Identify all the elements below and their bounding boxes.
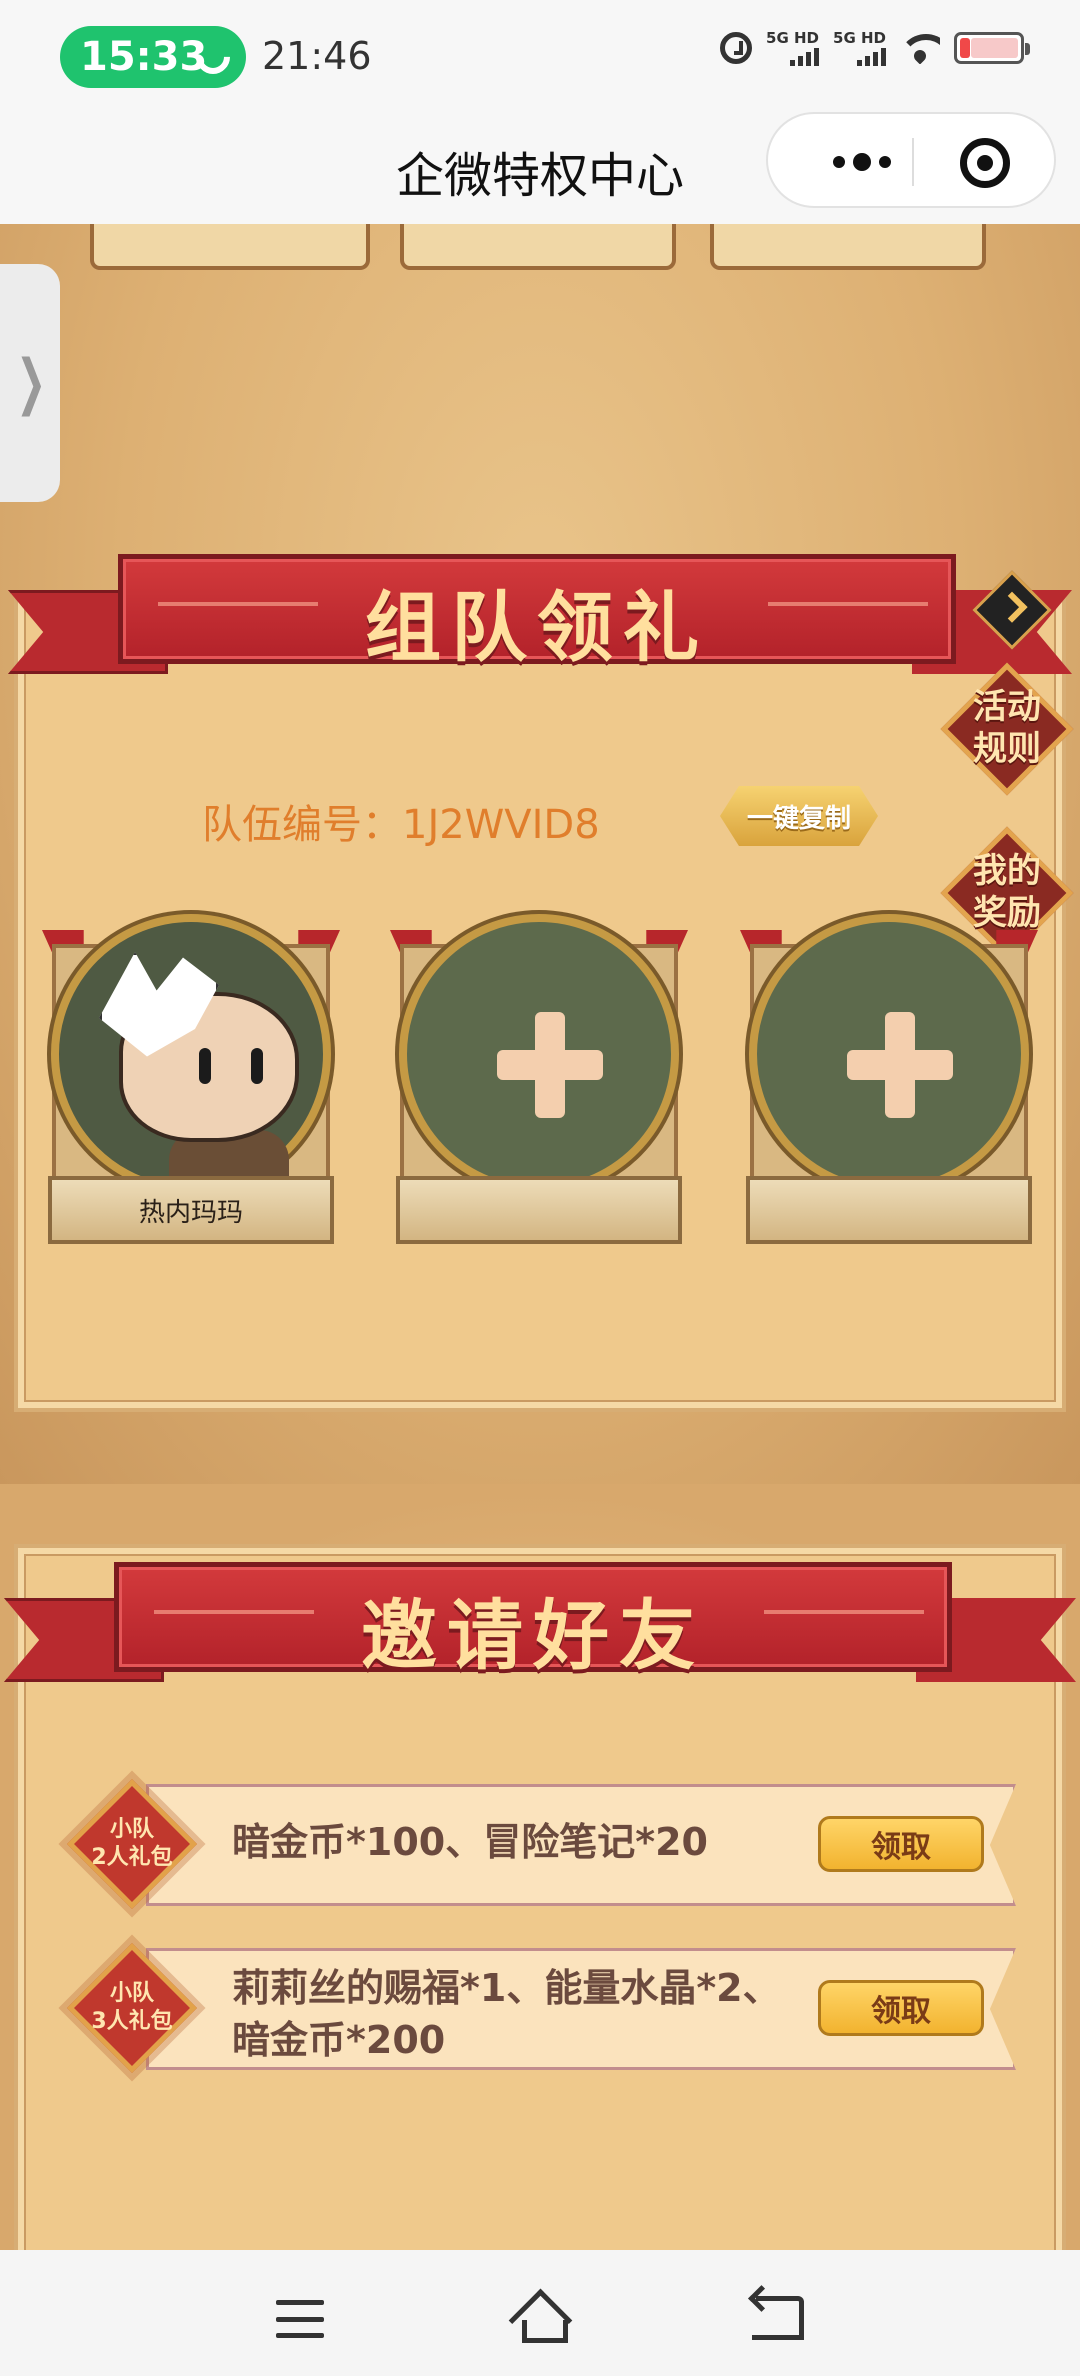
signal-bars-icon bbox=[790, 46, 820, 66]
network-label: 5G HD bbox=[833, 29, 886, 47]
gift-description: 莉莉丝的赐福*1、能量水晶*2、暗金币*200 bbox=[232, 1966, 781, 2062]
back-icon[interactable] bbox=[752, 2296, 804, 2340]
mini-program-nav-bar: 企微特权中心 bbox=[0, 112, 1080, 224]
member-name: 热内玛玛 bbox=[48, 1176, 334, 1244]
capsule-divider bbox=[912, 138, 914, 186]
rewards-label-line1: 我的 bbox=[973, 851, 1041, 891]
team-member-slot-empty bbox=[390, 914, 688, 1244]
top-reward-tags bbox=[0, 224, 1080, 274]
activity-content[interactable]: ❯ 组队领礼 活动 规则 我的 奖励 队伍编号：1J2WVID8 一键复制 热内… bbox=[0, 224, 1080, 2250]
avatar[interactable] bbox=[51, 914, 331, 1194]
team-number: 队伍编号：1J2WVID8 bbox=[202, 802, 600, 848]
badge-line1: 小队 bbox=[109, 1817, 154, 1842]
team-member-slot: 热内玛玛 bbox=[42, 914, 340, 1244]
badge-label: 小队 2人礼包 bbox=[66, 1816, 198, 1872]
section-title-invite: 邀请好友 bbox=[361, 1591, 705, 1680]
gift-row: 小队 2人礼包 暗金币*100、冒险笔记*20 领取 bbox=[66, 1778, 1016, 1910]
badge-line2: 2人礼包 bbox=[91, 1845, 173, 1870]
reward-tag bbox=[710, 224, 986, 270]
member-name bbox=[746, 1176, 1032, 1244]
capsule-menu bbox=[766, 112, 1056, 208]
menu-icon[interactable] bbox=[276, 2300, 324, 2338]
side-drawer-tab[interactable]: ❯ bbox=[0, 264, 60, 502]
reward-tag bbox=[400, 224, 676, 270]
badge-line2: 3人礼包 bbox=[91, 2009, 173, 2034]
add-member-button[interactable] bbox=[399, 914, 679, 1194]
gift-description: 暗金币*100、冒险笔记*20 bbox=[232, 1820, 708, 1864]
home-icon[interactable] bbox=[510, 2290, 570, 2343]
close-target-icon[interactable] bbox=[960, 138, 1010, 188]
section-title-team: 组队领礼 bbox=[365, 583, 709, 672]
status-bar: 15:33 21:46 5G HD 5G HD bbox=[0, 0, 1080, 112]
team-member-slot-empty bbox=[740, 914, 1038, 1244]
plus-icon-vertical bbox=[535, 1012, 565, 1118]
copy-team-number-button[interactable]: 一键复制 bbox=[720, 786, 878, 846]
gift-badge: 小队 2人礼包 bbox=[66, 1778, 198, 1910]
gift-badge: 小队 3人礼包 bbox=[66, 1942, 198, 2074]
clock: 21:46 bbox=[262, 34, 372, 78]
more-dots-icon[interactable] bbox=[812, 114, 912, 210]
claim-button[interactable]: 领取 bbox=[818, 1980, 984, 2036]
badge-line1: 小队 bbox=[109, 1981, 154, 2006]
member-name bbox=[396, 1176, 682, 1244]
wifi-icon bbox=[900, 32, 940, 64]
rules-label-line2: 规则 bbox=[973, 729, 1041, 769]
invite-banner: 邀请好友 bbox=[4, 1562, 1076, 1692]
call-timer-pill[interactable]: 15:33 bbox=[60, 26, 246, 88]
reward-tag bbox=[90, 224, 370, 270]
gift-row: 小队 3人礼包 莉莉丝的赐福*1、能量水晶*2、暗金币*200 领取 bbox=[66, 1942, 1016, 2074]
plus-icon-vertical bbox=[885, 1012, 915, 1118]
signal-indicator-1: 5G HD bbox=[766, 29, 820, 66]
avatar-character-image bbox=[99, 952, 309, 1190]
team-banner: 组队领礼 bbox=[8, 554, 1072, 684]
call-timer: 15:33 bbox=[80, 34, 208, 80]
rules-label: 活动 规则 bbox=[942, 686, 1072, 770]
signal-indicator-2: 5G HD bbox=[833, 30, 886, 66]
activity-rules-button[interactable]: 活动 规则 bbox=[940, 662, 1074, 796]
chevron-right-icon: ❯ bbox=[16, 347, 47, 417]
alarm-icon bbox=[720, 32, 753, 64]
signal-bars-icon bbox=[857, 46, 886, 66]
system-icons: 5G HD 5G HD bbox=[720, 29, 1030, 66]
network-label: 5G HD bbox=[766, 29, 820, 47]
battery-icon bbox=[954, 32, 1030, 64]
add-member-button[interactable] bbox=[749, 914, 1029, 1194]
badge-label: 小队 3人礼包 bbox=[66, 1980, 198, 2036]
system-navigation-bar bbox=[0, 2250, 1080, 2376]
rules-label-line1: 活动 bbox=[973, 687, 1041, 727]
claim-button[interactable]: 领取 bbox=[818, 1816, 984, 1872]
